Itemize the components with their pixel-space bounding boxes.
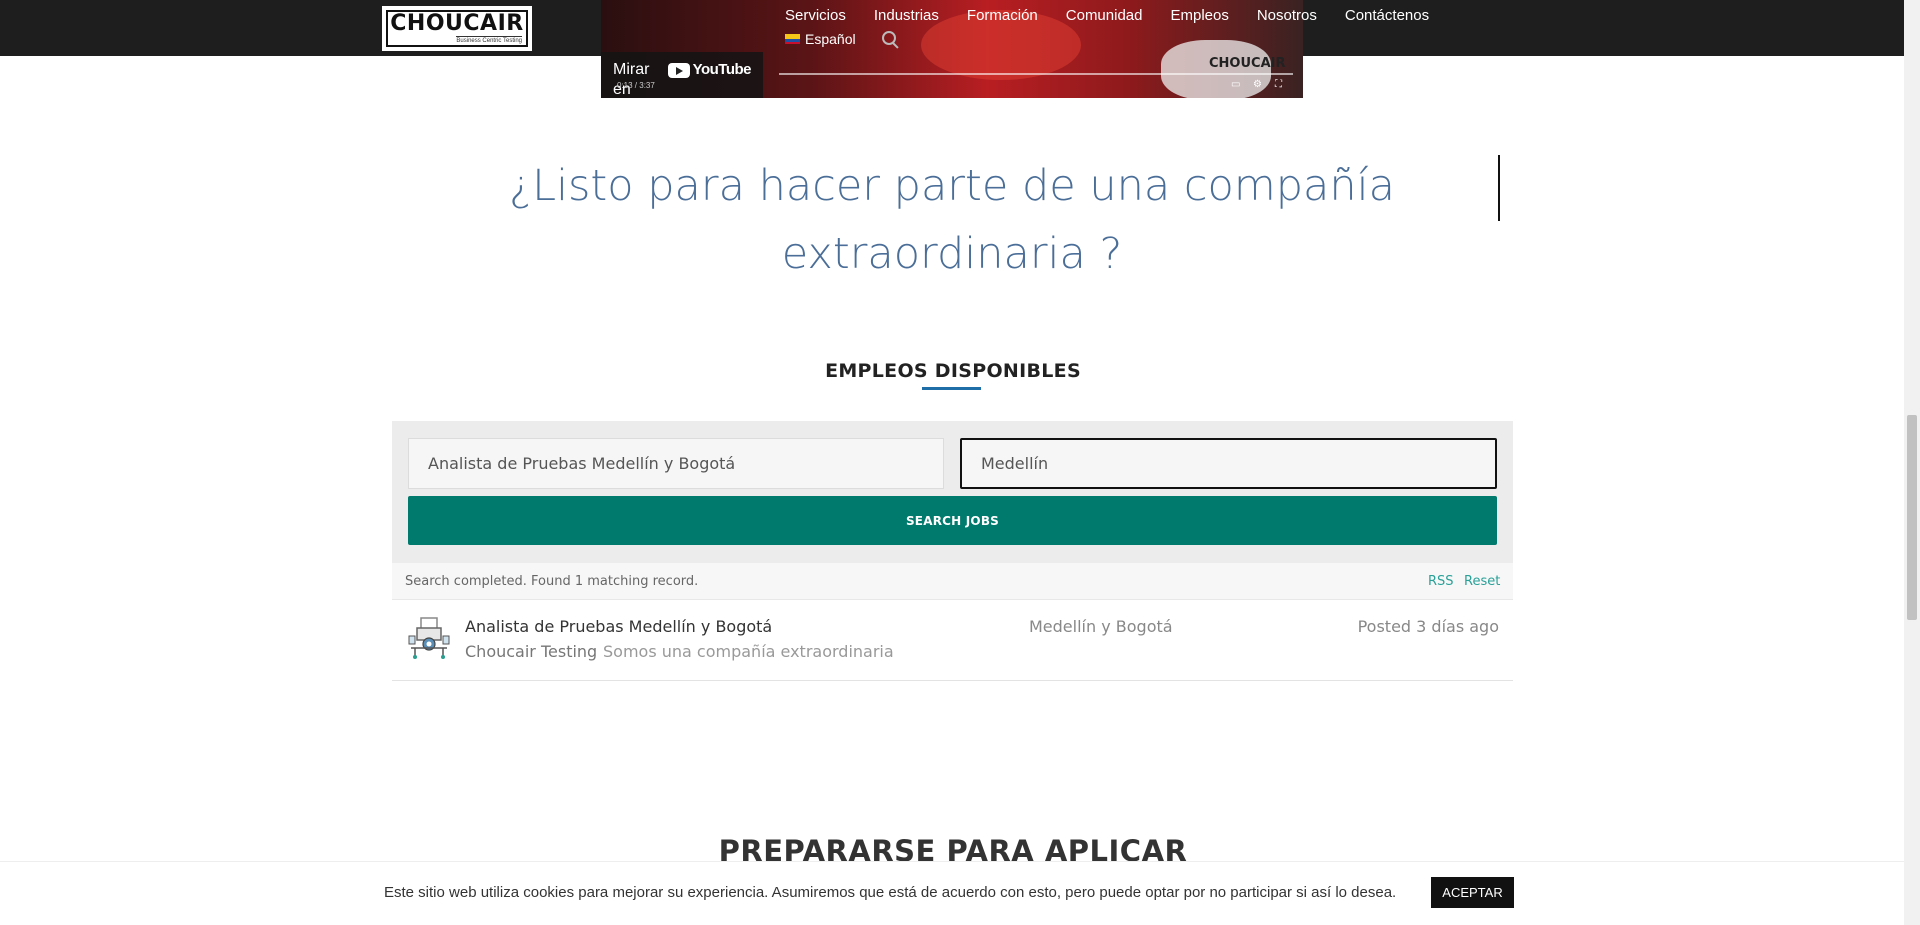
job-company-tagline: Somos una compañía extraordinaria — [603, 642, 894, 661]
company-logo-icon — [408, 617, 450, 659]
job-location: Medellín y Bogotá — [1029, 617, 1173, 636]
search-jobs-button[interactable]: SEARCH JOBS — [408, 496, 1497, 545]
colombia-flag-icon — [785, 34, 800, 44]
youtube-wordmark: YouTube — [692, 61, 752, 78]
jobs-section-title: EMPLEOS DISPONIBLES — [825, 360, 1081, 382]
search-icon[interactable] — [880, 29, 900, 49]
watch-on-label: Mirar en — [613, 61, 650, 98]
logo-tagline: Business Centric Testing — [456, 36, 522, 44]
choucair-logo[interactable]: CHOUCAIR Business Centric Testing — [382, 6, 532, 51]
logo-frame: CHOUCAIR Business Centric Testing — [386, 10, 528, 47]
nav-formacion[interactable]: Formación — [967, 7, 1038, 25]
rss-link[interactable]: RSS — [1428, 574, 1454, 589]
video-mug-text: CHOUCAIR — [1209, 56, 1286, 71]
video-time: 0:13 / 3:37 — [617, 81, 655, 90]
cookie-message: Este sitio web utiliza cookies para mejo… — [384, 884, 1397, 901]
page-scrollbar[interactable] — [1904, 0, 1920, 925]
youtube-logo: YouTube — [667, 60, 752, 80]
location-search-input[interactable] — [960, 438, 1497, 489]
reset-link[interactable]: Reset — [1464, 574, 1500, 589]
video-progress-bar[interactable] — [779, 73, 1293, 75]
logo-wordmark: CHOUCAIR — [390, 11, 524, 36]
job-posted-date: Posted 3 días ago — [1357, 617, 1499, 636]
main-nav: Servicios Industrias Formación Comunidad… — [785, 7, 1457, 25]
job-search-form: SEARCH JOBS — [392, 421, 1513, 563]
hero-headline: ¿Listo para hacer parte de una compañía … — [509, 161, 1395, 279]
nav-comunidad[interactable]: Comunidad — [1066, 7, 1143, 25]
keyword-search-input[interactable] — [408, 438, 944, 489]
search-status-bar: Search completed. Found 1 matching recor… — [392, 563, 1513, 600]
fullscreen-exit-icon[interactable]: ⛶ — [1275, 80, 1285, 90]
language-selector[interactable]: Español — [785, 31, 856, 47]
language-label: Español — [805, 31, 856, 47]
job-company: Choucair Testing — [465, 642, 598, 661]
job-title-link[interactable]: Analista de Pruebas Medellín y Bogotá — [465, 617, 772, 636]
captions-icon[interactable]: ▭ — [1231, 80, 1241, 90]
section-title-underline — [922, 387, 981, 390]
nav-servicios[interactable]: Servicios — [785, 7, 846, 25]
nav-nosotros[interactable]: Nosotros — [1257, 7, 1317, 25]
search-status-message: Search completed. Found 1 matching recor… — [405, 574, 699, 589]
nav-empleos[interactable]: Empleos — [1170, 7, 1228, 25]
nav-secondary-row: Español — [785, 29, 900, 49]
settings-gear-icon[interactable]: ⚙ — [1253, 80, 1263, 90]
youtube-play-icon — [667, 62, 690, 78]
nav-contactenos[interactable]: Contáctenos — [1345, 7, 1429, 25]
text-cursor — [1498, 155, 1500, 221]
scrollbar-thumb[interactable] — [1907, 415, 1917, 620]
cookie-consent-bar: Este sitio web utiliza cookies para mejo… — [0, 861, 1904, 925]
job-listing[interactable]: Analista de Pruebas Medellín y Bogotá Ch… — [392, 600, 1513, 681]
watch-on-youtube-button[interactable]: Mirar en YouTube — [601, 52, 763, 98]
nav-industrias[interactable]: Industrias — [874, 7, 939, 25]
accept-cookies-button[interactable]: ACEPTAR — [1431, 877, 1514, 908]
